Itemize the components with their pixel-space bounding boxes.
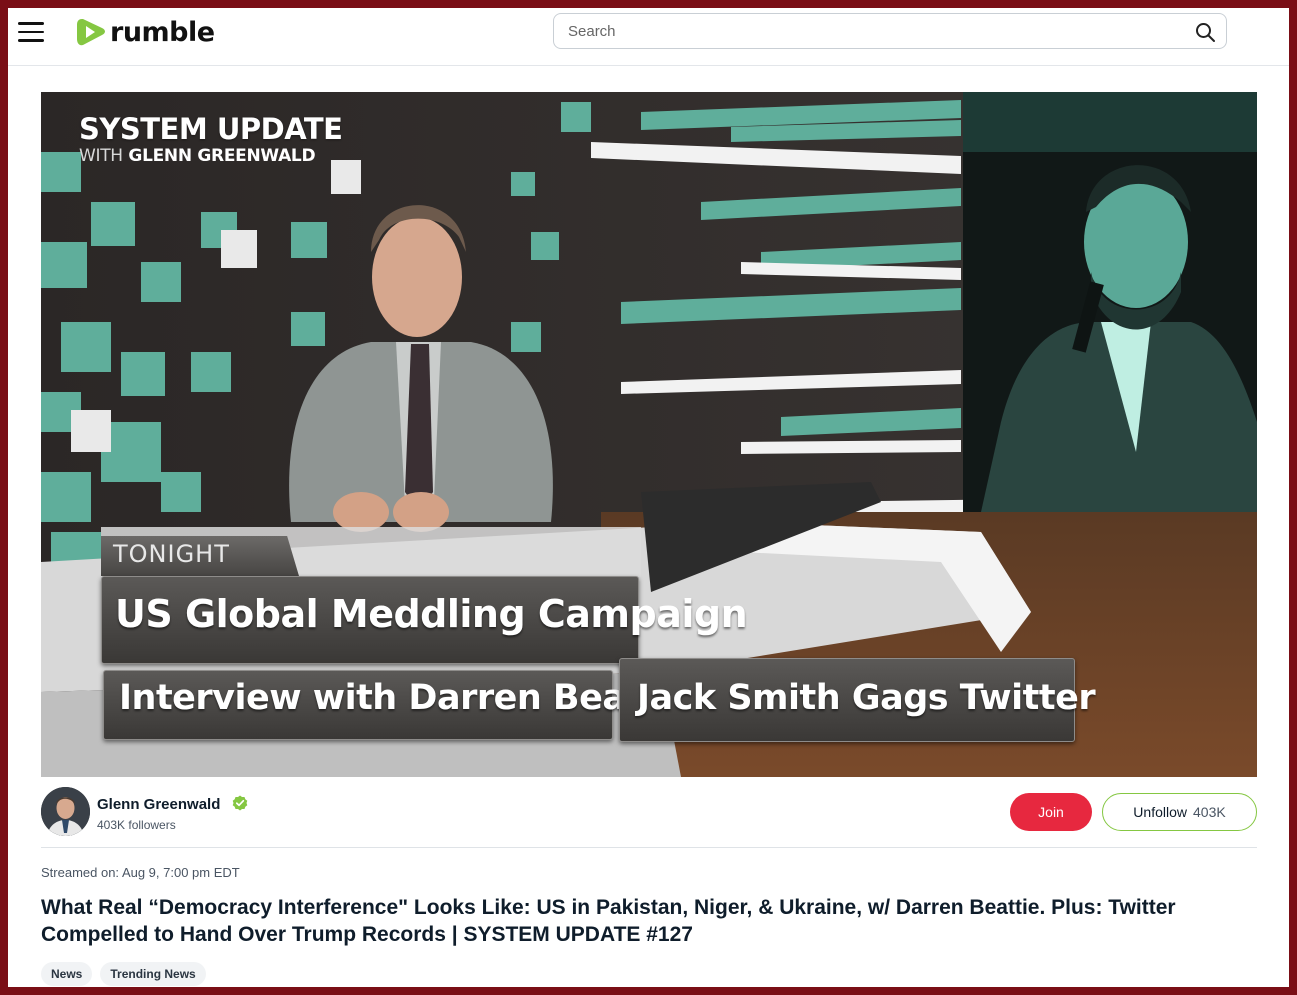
verified-icon — [232, 795, 248, 811]
search-icon[interactable] — [1194, 21, 1216, 43]
tag-trending-news[interactable]: Trending News — [100, 962, 206, 986]
video-title: What Real “Democracy Interference" Looks… — [41, 896, 1176, 946]
avatar-image — [41, 787, 90, 836]
unfollow-button[interactable]: Unfollow 403K — [1102, 793, 1257, 831]
menu-icon[interactable] — [18, 22, 44, 44]
search-input[interactable] — [568, 14, 1178, 48]
show-subtitle: WITH GLENN GREENWALD — [79, 146, 316, 166]
streamed-date: Streamed on: Aug 9, 7:00 pm EDT — [41, 865, 240, 880]
search-box — [553, 13, 1227, 49]
show-title: SYSTEM UPDATE — [79, 112, 343, 146]
join-button[interactable]: Join — [1010, 793, 1092, 831]
rumble-logo[interactable]: rumble — [76, 15, 215, 49]
follower-count: 403K followers — [97, 818, 176, 832]
unfollow-label: Unfollow — [1133, 804, 1187, 820]
top-header: rumble — [8, 8, 1289, 66]
headline-3: Jack Smith Gags Twitter — [637, 678, 1096, 718]
tonight-label: TONIGHT — [101, 536, 299, 576]
unfollow-count: 403K — [1193, 804, 1226, 820]
headline-1: US Global Meddling Campaign — [115, 592, 748, 636]
tag-news[interactable]: News — [41, 962, 93, 986]
show-subtitle-with: WITH — [79, 146, 123, 166]
divider — [41, 847, 1257, 848]
headline-2: Interview with Darren Beattie — [119, 678, 693, 718]
rumble-play-icon — [77, 19, 105, 46]
tag-list: News Trending News — [41, 962, 206, 986]
brand-name: rumble — [110, 16, 215, 48]
video-player[interactable]: SYSTEM UPDATE WITH GLENN GREENWALD TONIG… — [41, 92, 1257, 777]
page: rumble Search SYSTEM UPDATE WITH GLENN G… — [8, 8, 1289, 987]
channel-avatar[interactable] — [41, 787, 90, 836]
channel-name[interactable]: Glenn Greenwald — [97, 796, 220, 813]
show-subtitle-name: GLENN GREENWALD — [128, 146, 316, 166]
